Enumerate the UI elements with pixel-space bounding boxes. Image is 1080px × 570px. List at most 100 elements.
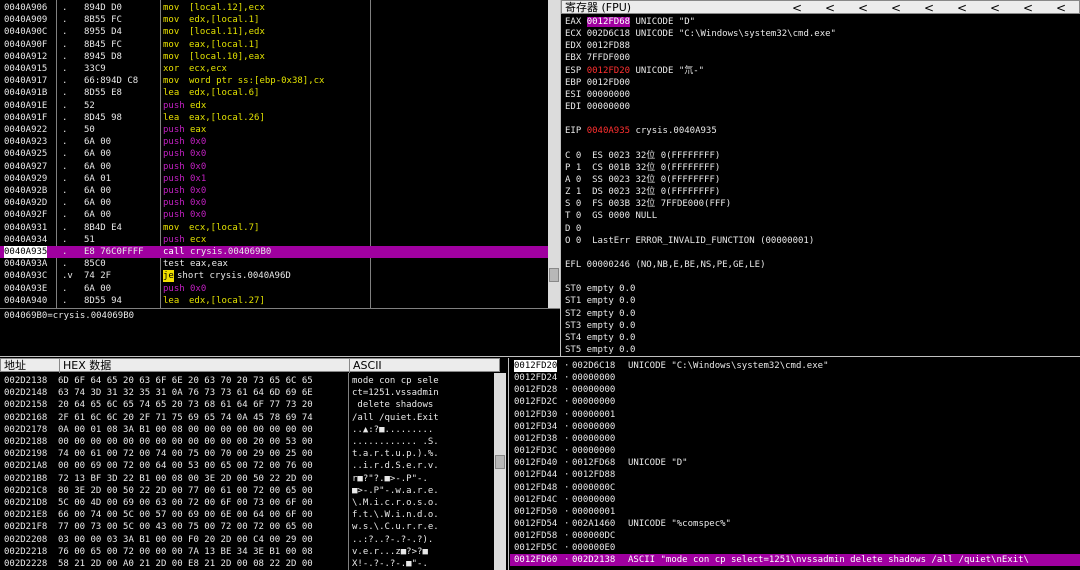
dump-row[interactable]: 002D21F8 77 00 73 00 5C 00 43 00 75 00 72…: [0, 521, 494, 533]
register-line[interactable]: O 0 LastErr ERROR_INVALID_FUNCTION (0000…: [565, 235, 814, 247]
stack-row[interactable]: 0012FD44 · 0012FD88: [510, 469, 1080, 481]
disasm-row[interactable]: 0040A935. E8 76C0FFFF call crysis.004069B0: [0, 246, 548, 258]
register-line[interactable]: ECX 002D6C18 UNICODE "C:\Windows\system3…: [565, 28, 836, 40]
registers-header[interactable]: 寄存器 (FPU) < < < < < < < < <: [561, 0, 1080, 15]
nav-left-arrow-icon[interactable]: <: [924, 1, 934, 15]
disasm-row[interactable]: 0040A922. 50 push eax: [0, 124, 548, 136]
stack-row[interactable]: 0012FD2C · 00000000: [510, 396, 1080, 408]
disassembly-scrollbar[interactable]: [548, 0, 560, 308]
register-value[interactable]: 0012FD88: [587, 41, 630, 51]
nav-left-arrow-icon[interactable]: <: [891, 1, 901, 15]
dump-row[interactable]: 002D2168 2F 61 6C 6C 20 2F 71 75 69 65 74…: [0, 412, 494, 424]
disasm-row[interactable]: 0040A934. 51 push ecx: [0, 234, 548, 246]
disasm-row[interactable]: 0040A93C .v 74 2F je short crysis.0040A96D: [0, 270, 548, 283]
register-value[interactable]: 00000000: [587, 90, 630, 100]
register-line[interactable]: S 0 FS 003B 32位 7FFDE000(FFF): [565, 198, 731, 210]
disasm-row[interactable]: 0040A93E. 6A 00 push 0x0: [0, 283, 548, 295]
register-value[interactable]: 002D6C18: [587, 29, 630, 39]
register-line[interactable]: Z 1 DS 0023 32位 0(FFFFFFFF): [565, 186, 720, 198]
disassembly-pane[interactable]: 0040A906. 894D D0 mov [local.12],ecx 0040A90…: [0, 0, 548, 308]
register-line[interactable]: ESP 0012FD20 UNICODE "氘-": [565, 65, 704, 77]
disasm-row[interactable]: 0040A91E. 52 push edx: [0, 100, 548, 112]
dump-pane[interactable]: 002D2138 6D 6F 64 65 20 63 6F 6E 20 63 70…: [0, 373, 494, 570]
disasm-row[interactable]: 0040A906. 894D D0 mov [local.12],ecx: [0, 2, 548, 14]
stack-row[interactable]: 0012FD34 · 00000000: [510, 421, 1080, 433]
register-line[interactable]: ST1 empty 0.0: [565, 295, 635, 307]
disasm-row[interactable]: 0040A927. 6A 00 push 0x0: [0, 161, 548, 173]
disasm-row[interactable]: 0040A91B. 8D55 E8 lea edx,[local.6]: [0, 87, 548, 99]
disasm-row[interactable]: 0040A909. 8B55 FC mov edx,[local.1]: [0, 14, 548, 26]
stack-row[interactable]: 0012FD24 · 00000000: [510, 372, 1080, 384]
stack-row[interactable]: 0012FD38 · 00000000: [510, 433, 1080, 445]
disasm-row[interactable]: 0040A91F. 8D45 98 lea eax,[local.26]: [0, 112, 548, 124]
dump-scrollbar[interactable]: [494, 373, 506, 570]
register-line[interactable]: EIP 0040A935 crysis.0040A935: [565, 125, 717, 137]
stack-row[interactable]: 0012FD48 · 0000000C: [510, 482, 1080, 494]
dump-row[interactable]: 002D2158 20 64 65 6C 65 74 65 20 73 68 61…: [0, 399, 494, 411]
dump-row[interactable]: 002D2228 58 21 2D 00 A0 21 2D 00 E8 21 2D…: [0, 558, 494, 570]
register-value[interactable]: 0012FD68: [586, 17, 631, 27]
dump-col-addr[interactable]: 地址: [4, 359, 26, 373]
register-value[interactable]: 7FFDF000: [587, 53, 630, 63]
disasm-row[interactable]: 0040A925. 6A 00 push 0x0: [0, 148, 548, 160]
register-line[interactable]: ESI 00000000: [565, 89, 630, 101]
stack-row[interactable]: 0012FD28 · 00000000: [510, 384, 1080, 396]
stack-row[interactable]: 0012FD4C · 00000000: [510, 494, 1080, 506]
stack-row[interactable]: 0012FD40 · 0012FD68 UNICODE "D": [510, 457, 1080, 469]
nav-left-arrow-icon[interactable]: <: [957, 1, 967, 15]
dump-row[interactable]: 002D2188 00 00 00 00 00 00 00 00 00 00 00…: [0, 436, 494, 448]
disasm-row[interactable]: 0040A917. 66:894D C8 mov word ptr ss:[ebp-0…: [0, 75, 548, 87]
disasm-row[interactable]: 0040A912. 8945 D8 mov [local.10],eax: [0, 51, 548, 63]
dump-row[interactable]: 002D21A8 00 00 69 00 72 00 64 00 53 00 65…: [0, 460, 494, 472]
disasm-row[interactable]: 0040A931. 8B4D E4 mov ecx,[local.7]: [0, 222, 548, 234]
register-line[interactable]: ST3 empty 0.0: [565, 320, 635, 332]
register-line[interactable]: EBX 7FFDF000: [565, 52, 630, 64]
disasm-row[interactable]: 0040A915. 33C9 xor ecx,ecx: [0, 63, 548, 75]
disasm-row[interactable]: 0040A92D. 6A 00 push 0x0: [0, 197, 548, 209]
dump-row[interactable]: 002D21B8 72 13 BF 3D 22 B1 00 08 00 3E 2D…: [0, 473, 494, 485]
register-line[interactable]: EFL 00000246 (NO,NB,E,BE,NS,PE,GE,LE): [565, 259, 765, 271]
register-line[interactable]: D 0: [565, 223, 581, 235]
dump-col-hex[interactable]: HEX 数据: [59, 359, 111, 373]
register-line[interactable]: ST5 empty 0.0: [565, 344, 635, 356]
dump-row[interactable]: 002D21D8 5C 00 4D 00 69 00 63 00 72 00 6F…: [0, 497, 494, 509]
stack-row[interactable]: 0012FD20 · 002D6C18 UNICODE "C:\Windows\sys…: [510, 360, 1080, 372]
nav-left-arrow-icon[interactable]: <: [1023, 1, 1033, 15]
register-value[interactable]: 00000000: [587, 102, 630, 112]
stack-row[interactable]: 0012FD54 · 002A1460 UNICODE "%comspec%": [510, 518, 1080, 530]
stack-row[interactable]: 0012FD5C · 000000E0: [510, 542, 1080, 554]
register-line[interactable]: T 0 GS 0000 NULL: [565, 210, 657, 222]
dump-scroll-thumb[interactable]: [495, 455, 505, 469]
register-value[interactable]: 0040A935: [587, 126, 630, 136]
disasm-row[interactable]: 0040A92B. 6A 00 push 0x0: [0, 185, 548, 197]
disasm-row[interactable]: 0040A90F. 8B45 FC mov eax,[local.1]: [0, 39, 548, 51]
register-value[interactable]: 0012FD20: [587, 66, 630, 76]
dump-row[interactable]: 002D21C8 80 3E 2D 00 50 22 2D 00 77 00 61…: [0, 485, 494, 497]
registers-pane[interactable]: EAX 0012FD68 UNICODE "D" ECX 002D6C18 UNI…: [561, 14, 1080, 356]
stack-row[interactable]: 0012FD3C · 00000000: [510, 445, 1080, 457]
stack-pane[interactable]: 0012FD20 · 002D6C18 UNICODE "C:\Windows\sys…: [510, 359, 1080, 570]
stack-row[interactable]: 0012FD30 · 00000001: [510, 409, 1080, 421]
register-line[interactable]: ST4 empty 0.0: [565, 332, 635, 344]
dump-row[interactable]: 002D2198 74 00 61 00 72 00 74 00 75 00 70…: [0, 448, 494, 460]
stack-row[interactable]: 0012FD58 · 000000DC: [510, 530, 1080, 542]
disasm-row[interactable]: 0040A923. 6A 00 push 0x0: [0, 136, 548, 148]
register-value[interactable]: 0012FD00: [587, 78, 630, 88]
register-line[interactable]: ST0 empty 0.0: [565, 283, 635, 295]
register-line[interactable]: P 1 CS 001B 32位 0(FFFFFFFF): [565, 162, 720, 174]
register-line[interactable]: EDI 00000000: [565, 101, 630, 113]
register-line[interactable]: ST2 empty 0.0: [565, 308, 635, 320]
register-line[interactable]: EAX 0012FD68 UNICODE "D": [565, 16, 695, 28]
dump-row[interactable]: 002D2218 76 00 65 00 72 00 00 00 7A 13 BE…: [0, 546, 494, 558]
disasm-row[interactable]: 0040A90C. 8955 D4 mov [local.11],edx: [0, 26, 548, 38]
nav-left-arrow-icon[interactable]: <: [990, 1, 1000, 15]
nav-left-arrow-icon[interactable]: <: [825, 1, 835, 15]
dump-row[interactable]: 002D2208 03 00 00 03 3A B1 00 00 F0 20 2D…: [0, 534, 494, 546]
nav-left-arrow-icon[interactable]: <: [792, 1, 802, 15]
register-line[interactable]: EBP 0012FD00: [565, 77, 630, 89]
stack-row[interactable]: 0012FD60 · 002D2138 ASCII "mode con cp sele…: [510, 554, 1080, 567]
register-line[interactable]: A 0 SS 0023 32位 0(FFFFFFFF): [565, 174, 720, 186]
nav-left-arrow-icon[interactable]: <: [1056, 1, 1066, 15]
stack-row[interactable]: 0012FD50 · 00000001: [510, 506, 1080, 518]
dump-row[interactable]: 002D21E8 66 00 74 00 5C 00 57 00 69 00 6E…: [0, 509, 494, 521]
